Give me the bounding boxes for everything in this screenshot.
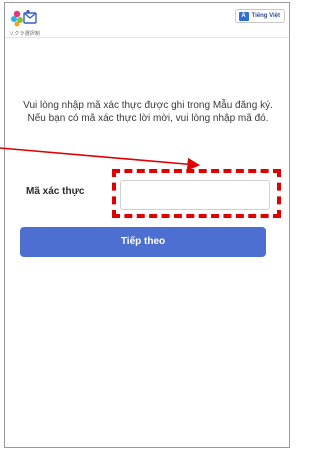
instruction-line-2: Nếu bạn có mã xác thực lời mời, vui lòng… bbox=[27, 113, 269, 124]
logo-caption: ソクラ選択制 bbox=[9, 31, 41, 37]
language-label: Tiếng Việt bbox=[251, 13, 280, 19]
app-screen: ソクラ選択制 A Tiếng Việt Vui lòng nhập mã xác… bbox=[4, 2, 290, 448]
app-header: ソクラ選択制 A Tiếng Việt bbox=[5, 3, 289, 38]
auth-code-input[interactable] bbox=[120, 180, 270, 210]
instruction-line-1: Vui lòng nhập mã xác thực được ghi trong… bbox=[23, 100, 273, 111]
translate-icon: A bbox=[238, 11, 249, 21]
language-switch-button[interactable]: A Tiếng Việt bbox=[234, 9, 285, 23]
auth-code-label: Mã xác thực bbox=[26, 186, 85, 197]
next-button[interactable]: Tiếp theo bbox=[20, 227, 266, 257]
instructions-text: Vui lòng nhập mã xác thực được ghi trong… bbox=[19, 99, 277, 125]
auth-code-row: Mã xác thực bbox=[0, 180, 320, 220]
